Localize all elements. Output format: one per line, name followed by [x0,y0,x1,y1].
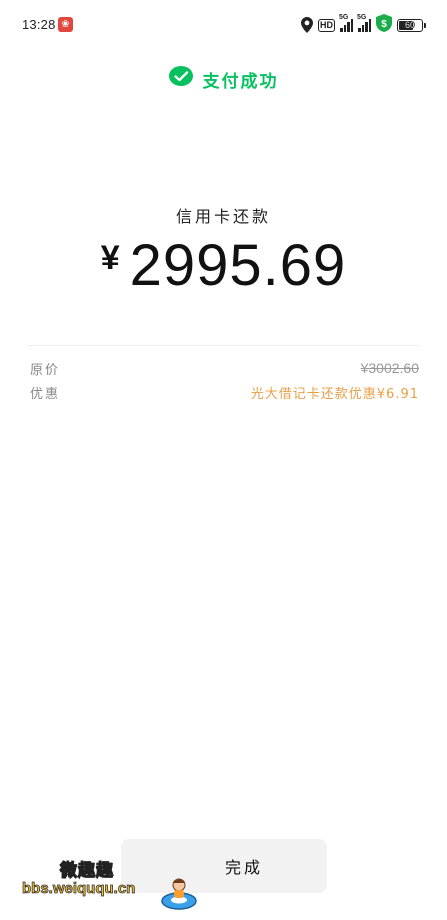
battery-level: 60 [404,19,415,30]
payment-success-header: 支付成功 [0,66,447,92]
discount-row: 优惠 光大借记卡还款优惠¥6.91 [30,382,419,402]
discount-value: 光大借记卡还款优惠¥6.91 [250,386,419,402]
status-bar: 13:28 ❀ HD 5G 5G $ 60 [0,0,447,50]
original-price-label: 原价 [30,362,61,378]
currency-symbol: ¥ [100,239,120,277]
done-button-label: 完成 [224,858,263,877]
battery-icon: 60 [397,18,426,32]
watermark-title: 微趣趣 [59,860,114,881]
divider [28,345,419,346]
status-time: 13:28 [22,17,56,32]
location-icon [301,17,313,33]
status-icons: HD 5G 5G $ 60 [301,14,426,36]
security-shield-icon: $ [376,14,392,36]
watermark-url: bbs.weiququ.cn [22,880,136,898]
mascot-icon [160,876,198,914]
hd-voice-icon: HD [318,18,335,32]
discount-label: 优惠 [30,386,61,402]
watermark-logo: 微趣趣 bbs.weiququ.cn [22,856,202,912]
signal-strength-icon: 5G [339,14,353,32]
original-price-value: ¥3002.60 [360,360,419,376]
success-title: 支付成功 [202,71,279,92]
payee-name: 信用卡还款 [175,207,271,226]
app-notification-icon: ❀ [58,17,73,32]
signal-strength-icon-2: 5G [357,14,371,32]
payment-amount: ¥2995.69 [0,232,447,299]
signal-label-2: 5G [357,14,367,21]
svg-text:$: $ [381,19,387,30]
original-price-row: 原价 ¥3002.60 [30,358,419,378]
wechat-pay-icon [168,66,193,92]
amount-value: 2995.69 [129,233,347,298]
signal-label: 5G [339,14,349,21]
